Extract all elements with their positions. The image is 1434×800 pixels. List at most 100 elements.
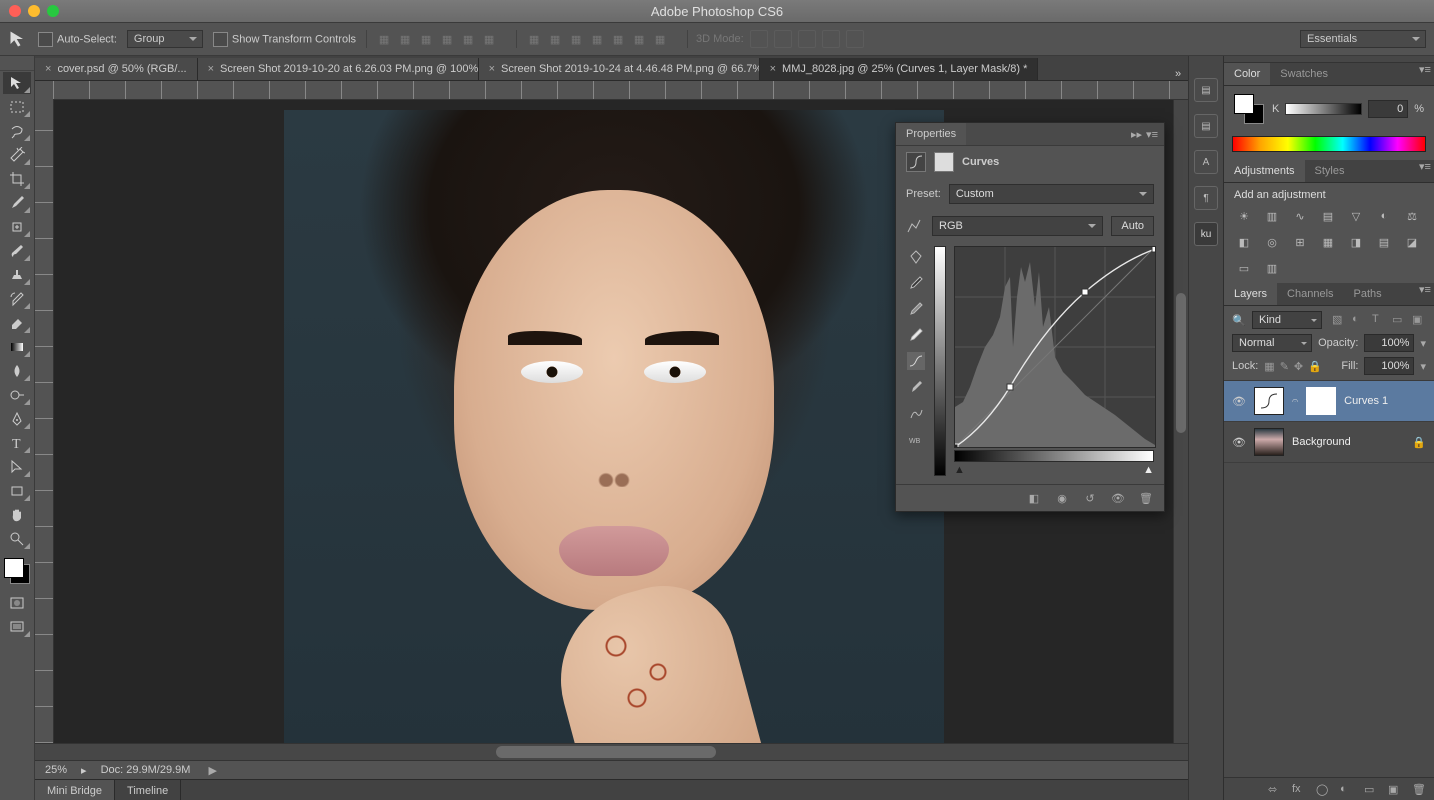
properties-panel-menu[interactable]: ▸▸ ▾≡: [1125, 128, 1164, 141]
gradient-map-icon[interactable]: ▭: [1234, 259, 1254, 277]
layer-row-background[interactable]: 👁 Background 🔒: [1224, 422, 1434, 463]
color-swatch-pair[interactable]: [1234, 94, 1264, 124]
timeline-tab[interactable]: Timeline: [115, 780, 181, 800]
status-play-icon[interactable]: ▶: [208, 764, 216, 777]
zoom-tool-icon[interactable]: [3, 528, 31, 550]
eraser-tool-icon[interactable]: [3, 312, 31, 334]
sample-white-point-icon[interactable]: [907, 326, 925, 344]
filter-type-layer-icon[interactable]: T: [1372, 313, 1386, 327]
color-balance-icon[interactable]: ⚖: [1402, 207, 1422, 225]
paragraph-panel-icon[interactable]: ¶: [1194, 186, 1218, 210]
auto-button[interactable]: Auto: [1111, 216, 1154, 236]
distribute-hcenter-icon[interactable]: ▦: [609, 30, 627, 48]
vertical-ruler[interactable]: [35, 100, 54, 743]
tab-overflow-menu-icon[interactable]: »: [1168, 68, 1188, 80]
panel-grip[interactable]: [1224, 56, 1434, 63]
curves-graph[interactable]: [954, 246, 1156, 448]
kuler-panel-icon[interactable]: ku: [1194, 222, 1218, 246]
collapse-icon[interactable]: ▸▸: [1131, 128, 1142, 141]
align-horizontal-centers-icon[interactable]: ▦: [459, 30, 477, 48]
filter-pixel-icon[interactable]: ▧: [1332, 313, 1346, 327]
crop-tool-icon[interactable]: [3, 168, 31, 190]
styles-tab[interactable]: Styles: [1305, 160, 1355, 182]
layer-visibility-icon[interactable]: 👁: [1232, 436, 1246, 449]
sample-gray-point-icon[interactable]: [907, 300, 925, 318]
photo-filter-icon[interactable]: ◎: [1262, 233, 1282, 251]
layer-name[interactable]: Background: [1292, 436, 1351, 448]
draw-curve-icon[interactable]: [907, 378, 925, 396]
adjustments-tab[interactable]: Adjustments: [1224, 160, 1305, 182]
invert-icon[interactable]: ◨: [1346, 233, 1366, 251]
black-white-icon[interactable]: ◧: [1234, 233, 1254, 251]
threshold-icon[interactable]: ◪: [1402, 233, 1422, 251]
lock-pixels-icon[interactable]: ✎: [1280, 360, 1289, 373]
adjustments-panel-menu-icon[interactable]: ▾≡: [1416, 160, 1434, 182]
close-tab-icon[interactable]: ×: [45, 63, 51, 75]
brush-tool-icon[interactable]: [3, 240, 31, 262]
mini-bridge-tab[interactable]: Mini Bridge: [35, 780, 115, 800]
hand-tool-icon[interactable]: [3, 504, 31, 526]
fg-swatch[interactable]: [1234, 94, 1254, 114]
layer-thumbnail-curves-icon[interactable]: [1254, 387, 1284, 415]
channel-dropdown[interactable]: RGB: [932, 216, 1103, 236]
lock-all-icon[interactable]: 🔒: [1308, 360, 1322, 373]
dodge-tool-icon[interactable]: [3, 384, 31, 406]
history-brush-tool-icon[interactable]: [3, 288, 31, 310]
layer-name[interactable]: Curves 1: [1344, 395, 1388, 407]
type-tool-icon[interactable]: T: [3, 432, 31, 454]
panel-menu-icon[interactable]: ▾≡: [1146, 128, 1158, 141]
link-layers-icon[interactable]: ⬄: [1268, 783, 1282, 797]
gradient-tool-icon[interactable]: [3, 336, 31, 358]
selective-color-icon[interactable]: ▥: [1262, 259, 1282, 277]
reset-adjustment-icon[interactable]: ↺: [1082, 490, 1098, 506]
threed-orbit-icon[interactable]: [750, 30, 768, 48]
history-panel-icon[interactable]: ▤: [1194, 78, 1218, 102]
delete-adjustment-icon[interactable]: 🗑: [1138, 490, 1154, 506]
color-spectrum-bar[interactable]: [1232, 136, 1426, 152]
lasso-tool-icon[interactable]: [3, 120, 31, 142]
minimize-window-button[interactable]: [28, 5, 40, 17]
distribute-right-icon[interactable]: ▦: [630, 30, 648, 48]
canvas[interactable]: Properties ▸▸▾≡ Curves Preset: Custom: [54, 100, 1173, 743]
close-window-button[interactable]: [9, 5, 21, 17]
new-layer-icon[interactable]: ▣: [1388, 783, 1402, 797]
on-image-adjust-icon[interactable]: [907, 248, 925, 266]
layers-tab[interactable]: Layers: [1224, 283, 1277, 305]
pen-tool-icon[interactable]: [3, 408, 31, 430]
swatches-tab[interactable]: Swatches: [1270, 63, 1338, 85]
distribute-vcenter-icon[interactable]: ▦: [546, 30, 564, 48]
align-top-edges-icon[interactable]: ▦: [375, 30, 393, 48]
exposure-icon[interactable]: ▤: [1318, 207, 1338, 225]
rectangle-tool-icon[interactable]: [3, 480, 31, 502]
channel-mixer-icon[interactable]: ⊞: [1290, 233, 1310, 251]
new-adjustment-layer-icon[interactable]: ◐: [1340, 783, 1354, 797]
white-balance-icon[interactable]: WB: [907, 430, 925, 448]
move-tool-icon[interactable]: [3, 72, 31, 94]
close-tab-icon[interactable]: ×: [208, 63, 214, 75]
distribute-top-icon[interactable]: ▦: [525, 30, 543, 48]
horizontal-ruler[interactable]: [53, 81, 1188, 100]
link-icon[interactable]: 𝄐: [1292, 395, 1298, 408]
document-tab-0[interactable]: ×cover.psd @ 50% (RGB/...: [35, 58, 198, 80]
workspace-switcher[interactable]: Essentials: [1300, 30, 1426, 48]
fill-flyout-icon[interactable]: ▾: [1420, 360, 1426, 373]
distribute-bottom-icon[interactable]: ▦: [567, 30, 585, 48]
foreground-background-swatches[interactable]: [3, 557, 31, 585]
threed-slide-icon[interactable]: [822, 30, 840, 48]
blur-tool-icon[interactable]: [3, 360, 31, 382]
brightness-contrast-icon[interactable]: ☀: [1234, 207, 1254, 225]
distribute-left-icon[interactable]: ▦: [588, 30, 606, 48]
layer-row-curves[interactable]: 👁 𝄐 Curves 1: [1224, 381, 1434, 422]
auto-select-checkbox[interactable]: Auto-Select:: [38, 32, 117, 47]
threed-pan-icon[interactable]: [798, 30, 816, 48]
levels-icon[interactable]: ▥: [1262, 207, 1282, 225]
new-group-icon[interactable]: ▭: [1364, 783, 1378, 797]
character-panel-icon[interactable]: A: [1194, 150, 1218, 174]
view-previous-state-icon[interactable]: ◉: [1054, 490, 1070, 506]
document-tab-3[interactable]: ×MMJ_8028.jpg @ 25% (Curves 1, Layer Mas…: [760, 58, 1039, 80]
layer-filter-kind-dropdown[interactable]: Kind: [1252, 311, 1322, 329]
color-lookup-icon[interactable]: ▦: [1318, 233, 1338, 251]
foreground-color-swatch[interactable]: [4, 558, 24, 578]
align-bottom-edges-icon[interactable]: ▦: [417, 30, 435, 48]
color-tab[interactable]: Color: [1224, 63, 1270, 85]
